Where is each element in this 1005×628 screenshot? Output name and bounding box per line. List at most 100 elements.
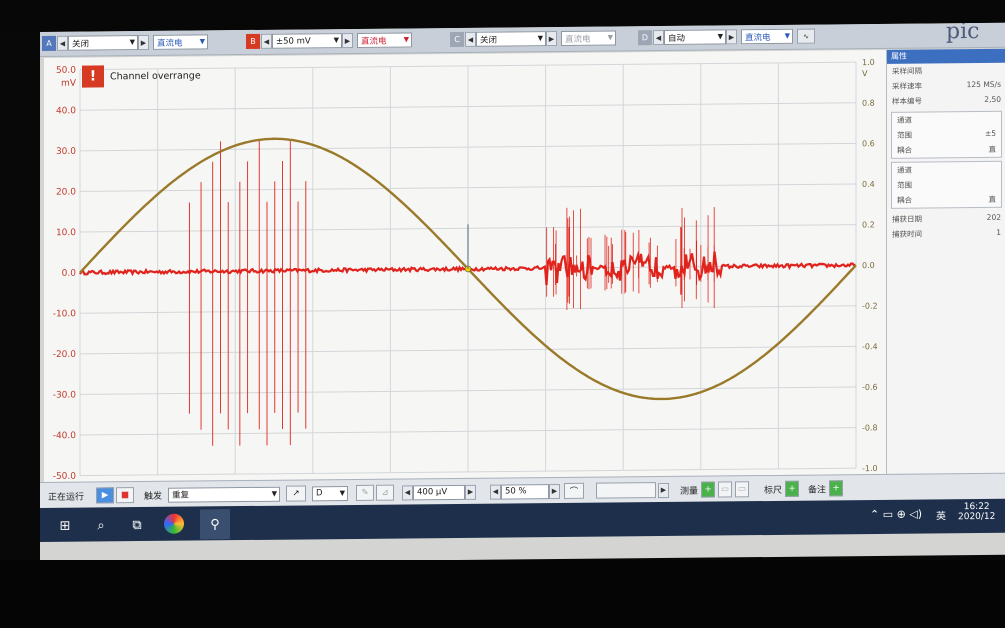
y-tick-label-left: -20.0	[53, 350, 77, 360]
y-tick-label-right: -0.2	[862, 302, 878, 311]
next-arrow-icon[interactable]: ▶	[658, 482, 669, 498]
add-note-icon[interactable]: +	[829, 480, 844, 497]
level-up-arrow-icon[interactable]: ▶	[465, 484, 476, 500]
property-row: 捕获时间 1	[887, 226, 1005, 242]
property-row: 范围 ±5	[892, 127, 1001, 143]
task-view-icon[interactable]: ⧉	[126, 514, 148, 536]
property-label: 捕获时间	[892, 229, 922, 239]
y-tick-label-left: 50.0	[56, 66, 76, 76]
play-icon[interactable]: ▶	[96, 487, 114, 504]
add-ruler-icon[interactable]: +	[785, 480, 800, 497]
ruler-wrap: 标尺 +	[764, 480, 800, 497]
warning-icon: !	[82, 65, 104, 88]
property-value: 直	[988, 144, 997, 154]
y-tick-label-right: -1.0	[862, 464, 878, 473]
property-row: 通道	[892, 162, 1001, 178]
property-row: 范围	[892, 177, 1001, 193]
note-label: 备注	[808, 484, 827, 496]
range-up-arrow-icon[interactable]: ▶	[726, 29, 737, 45]
range-up-arrow-icon[interactable]: ▶	[342, 32, 353, 49]
y-tick-label-right: 1.0	[862, 58, 875, 67]
channel-c-range-select[interactable]: 关闭 ▼	[476, 31, 546, 47]
y-tick-label-left: 0.0	[62, 269, 77, 279]
range-up-arrow-icon[interactable]: ▶	[138, 34, 149, 51]
channel-d-coupling-select[interactable]: 直流电 ▼	[741, 28, 793, 45]
trigger-tools: ✎ ⊿	[356, 484, 394, 501]
windows-start-icon[interactable]: ⊞	[54, 515, 76, 537]
pretrigger-time-icon[interactable]: ⌒	[564, 482, 584, 499]
trigger-channel-select[interactable]: D ▼	[312, 485, 348, 501]
delete-measurement-icon[interactable]: ▭	[735, 481, 750, 498]
picoscope-window: A ◀ 关闭 ▼ ▶ 直流电 ▼ B ◀ ±50 mV ▼ ▶ 直流电 ▼ C ◀	[40, 22, 1005, 564]
channel-b-range-select[interactable]: ±50 mV ▼	[272, 33, 342, 49]
y-tick-label-right: -0.6	[862, 383, 878, 392]
channel-c-coupling-select[interactable]: 直流电 ▼	[561, 30, 616, 46]
running-status: 正在运行	[48, 492, 85, 503]
pencil-icon[interactable]: ✎	[356, 484, 374, 501]
monitor-bezel-bottom	[0, 560, 1005, 628]
y-tick-label-left: -30.0	[53, 390, 77, 400]
y-axis-unit-left: mV	[61, 79, 77, 89]
channel-b-button[interactable]: B	[246, 33, 260, 50]
property-label: 样本编号	[892, 96, 922, 106]
property-label: 采样间隔	[892, 66, 922, 76]
disabled-controls: ▶	[596, 482, 669, 499]
rising-edge-icon[interactable]: ↗	[286, 485, 306, 502]
channel-a-range-select[interactable]: 关闭 ▼	[68, 35, 138, 51]
property-label: 采样速率	[892, 81, 922, 91]
range-down-arrow-icon[interactable]: ◀	[261, 33, 272, 49]
channel-a-button[interactable]: A	[42, 35, 56, 51]
input-method-indicator[interactable]: 英	[936, 507, 946, 522]
search-icon[interactable]: ⌕	[90, 514, 112, 536]
property-value: 1	[996, 227, 1001, 237]
range-down-arrow-icon[interactable]: ◀	[653, 30, 664, 46]
channel-d-button[interactable]: D	[638, 30, 652, 46]
trigger-level-input[interactable]: 400 µV	[413, 484, 465, 500]
chrome-icon[interactable]	[164, 513, 184, 534]
property-label: 耦合	[897, 195, 912, 205]
chevron-down-icon: ▼	[607, 33, 613, 42]
trigger-level-wrap: ◀ 400 µV ▶	[402, 484, 476, 501]
measure-label: 测量	[680, 486, 699, 497]
pretrigger-input[interactable]: 50 %	[501, 483, 549, 500]
advanced-trigger-icon[interactable]: ⊿	[376, 484, 394, 501]
channel-c-button[interactable]: C	[450, 31, 464, 48]
y-tick-label-left: -40.0	[53, 431, 77, 441]
property-label: 耦合	[897, 145, 912, 155]
range-up-arrow-icon[interactable]: ▶	[546, 31, 557, 47]
chevron-down-icon: ▼	[333, 36, 339, 45]
properties-title: 属性	[887, 48, 1005, 64]
chevron-down-icon: ▼	[199, 37, 205, 46]
pretrigger-up-arrow-icon[interactable]: ▶	[549, 483, 560, 499]
trigger-mode-select[interactable]: 重复 ▼	[168, 486, 280, 503]
channel-b-coupling-select[interactable]: 直流电 ▼	[357, 32, 412, 48]
property-row: 采样间隔	[887, 63, 1005, 79]
tray-icons[interactable]: ⌃ ▭ ⊕ ◁)	[870, 508, 922, 521]
edit-measurement-icon[interactable]: ▭	[718, 481, 733, 498]
measure-wrap: 测量 + ▭ ▭	[680, 481, 750, 498]
channel-c-group: C ◀ 关闭 ▼ ▶ 直流电 ▼	[450, 29, 616, 48]
channel-properties-box: 通道 范围 ±5 耦合 直	[891, 110, 1002, 159]
chevron-down-icon: ▼	[271, 489, 277, 498]
waveform-math-icon[interactable]: ∿	[797, 28, 815, 44]
level-down-arrow-icon[interactable]: ◀	[402, 484, 413, 501]
y-tick-label-left: 30.0	[56, 147, 76, 157]
pretrigger-down-arrow-icon[interactable]: ◀	[490, 484, 501, 500]
y-tick-label-left: -50.0	[53, 472, 77, 482]
range-down-arrow-icon[interactable]: ◀	[465, 31, 476, 47]
channel-a-coupling-select[interactable]: 直流电 ▼	[153, 34, 208, 50]
property-row: 捕获日期 202	[887, 211, 1005, 227]
picoscope-taskbar-icon[interactable]: ⚲	[200, 509, 230, 540]
channel-d-range-select[interactable]: 自动 ▼	[664, 29, 726, 46]
add-measurement-icon[interactable]: +	[701, 481, 716, 498]
overrange-warning: ! Channel overrange	[82, 64, 201, 88]
properties-rows: 采样间隔 采样速率 125 MS/s 样本编号 2,50	[887, 63, 1005, 109]
y-axis-unit-right: V	[862, 69, 868, 78]
stop-icon[interactable]: ■	[116, 487, 134, 504]
property-label: 捕获日期	[892, 214, 922, 224]
channel-properties-box: 通道 范围 耦合 直	[891, 160, 1002, 209]
disabled-field[interactable]	[596, 482, 656, 499]
pretrigger-wrap: ◀ 50 % ▶ ⌒	[490, 482, 584, 500]
clock[interactable]: 16:22 2020/12	[958, 502, 995, 522]
range-down-arrow-icon[interactable]: ◀	[57, 35, 68, 51]
